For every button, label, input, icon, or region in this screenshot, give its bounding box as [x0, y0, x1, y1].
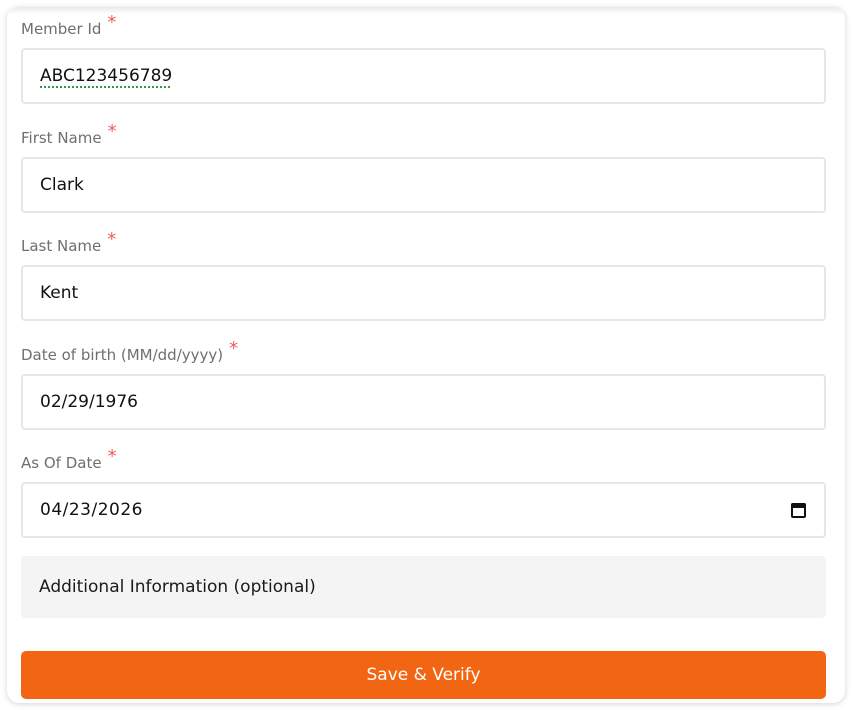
date-of-birth-label-text: Date of birth (MM/dd/yyyy)	[21, 346, 224, 364]
required-indicator: *	[107, 446, 117, 467]
additional-information-label: Additional Information (optional)	[39, 577, 316, 597]
as-of-date-input[interactable]: 04/23/2026	[21, 482, 826, 538]
last-name-input[interactable]: Kent	[21, 265, 826, 321]
last-name-label-text: Last Name	[21, 237, 102, 255]
required-indicator: *	[107, 229, 117, 250]
last-name-label: Last Name *	[21, 229, 116, 256]
calendar-icon[interactable]	[791, 502, 806, 518]
member-id-value: ABC123456789	[40, 66, 173, 86]
as-of-date-value: 04/23/2026	[40, 500, 143, 520]
first-name-value: Clark	[40, 175, 84, 195]
required-indicator: *	[229, 338, 239, 359]
member-id-label: Member Id *	[21, 12, 116, 39]
member-id-input[interactable]: ABC123456789	[21, 48, 826, 104]
date-of-birth-input[interactable]: 02/29/1976	[21, 374, 826, 430]
card-top-shadow	[7, 7, 845, 14]
first-name-label: First Name *	[21, 121, 117, 148]
save-verify-button[interactable]: Save & Verify	[21, 651, 826, 699]
required-indicator: *	[107, 12, 117, 33]
additional-information-toggle[interactable]: Additional Information (optional)	[21, 556, 826, 618]
as-of-date-label: As Of Date *	[21, 446, 117, 473]
first-name-input[interactable]: Clark	[21, 157, 826, 213]
last-name-value: Kent	[40, 283, 79, 303]
member-form-card: Member Id * ABC123456789 First Name * Clar…	[7, 7, 845, 703]
date-of-birth-label: Date of birth (MM/dd/yyyy) *	[21, 338, 238, 365]
date-of-birth-value: 02/29/1976	[40, 392, 138, 412]
as-of-date-label-text: As Of Date	[21, 454, 102, 472]
member-id-label-text: Member Id	[21, 20, 102, 38]
required-indicator: *	[107, 121, 117, 142]
first-name-label-text: First Name	[21, 129, 102, 147]
